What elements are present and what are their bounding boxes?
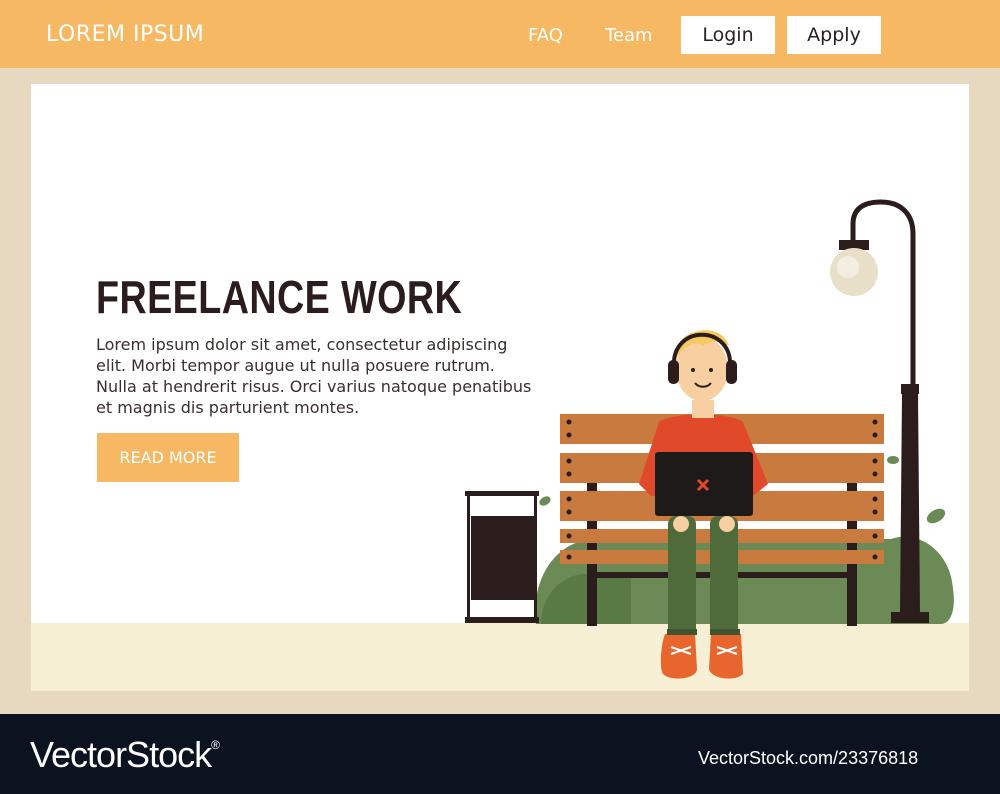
top-nav-bar: LOREM IPSUM FAQ Team Login Apply bbox=[0, 0, 1000, 68]
hero-panel: FREELANCE WORK Lorem ipsum dolor sit ame… bbox=[31, 84, 969, 691]
laptop-icon bbox=[655, 452, 753, 516]
apply-button[interactable]: Apply bbox=[787, 16, 881, 54]
nav-link-faq[interactable]: FAQ bbox=[528, 25, 563, 46]
trash-bin-icon bbox=[465, 491, 539, 623]
registered-mark: ® bbox=[211, 738, 220, 752]
watermark-brand: VectorStock bbox=[30, 734, 212, 775]
watermark-logo: VectorStock® bbox=[30, 734, 220, 776]
watermark-url: VectorStock.com/23376818 bbox=[698, 748, 919, 768]
person-figure bbox=[639, 330, 768, 679]
park-bench-illustration bbox=[465, 199, 954, 679]
brand-logo[interactable]: LOREM IPSUM bbox=[46, 22, 204, 47]
login-button[interactable]: Login bbox=[681, 16, 775, 54]
nav-link-team[interactable]: Team bbox=[605, 25, 653, 46]
